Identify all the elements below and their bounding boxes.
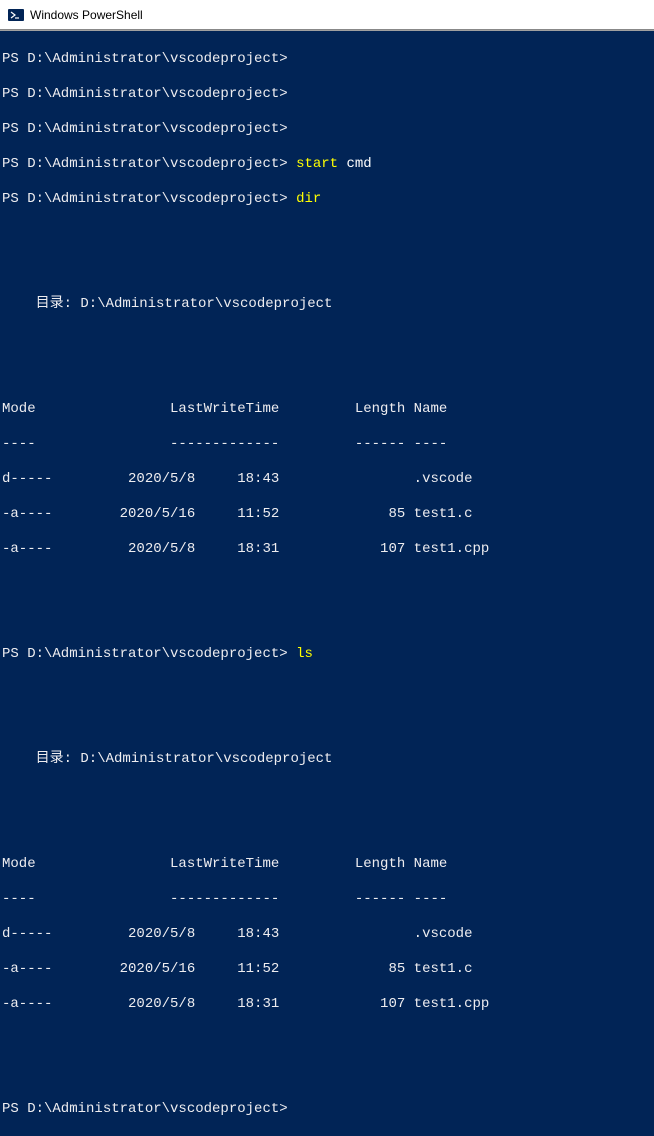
prompt-line: PS D:\Administrator\vscodeproject> start… xyxy=(2,156,654,174)
prompt-line: PS D:\Administrator\vscodeproject> dir xyxy=(2,191,654,209)
blank-line xyxy=(2,611,654,629)
window-titlebar[interactable]: Windows PowerShell xyxy=(0,0,654,30)
blank-line xyxy=(2,821,654,839)
powershell-icon xyxy=(8,7,24,23)
prompt-line: PS D:\Administrator\vscodeproject> xyxy=(2,51,654,69)
table-header-dash: ---- ------------- ------ ---- xyxy=(2,436,654,454)
table-row: -a---- 2020/5/8 18:31 107 test1.cpp xyxy=(2,541,654,559)
table-row: -a---- 2020/5/16 11:52 85 test1.c xyxy=(2,506,654,524)
prompt-text: PS D:\Administrator\vscodeproject> xyxy=(2,191,296,207)
blank-line xyxy=(2,786,654,804)
prompt-line: PS D:\Administrator\vscodeproject> xyxy=(2,121,654,139)
table-header: Mode LastWriteTime Length Name xyxy=(2,401,654,419)
blank-line xyxy=(2,1066,654,1084)
table-header: Mode LastWriteTime Length Name xyxy=(2,856,654,874)
command-start: start xyxy=(296,156,338,172)
table-header-dash: ---- ------------- ------ ---- xyxy=(2,891,654,909)
window-title: Windows PowerShell xyxy=(30,8,143,22)
command-arg: cmd xyxy=(338,156,372,172)
prompt-text: PS D:\Administrator\vscodeproject> xyxy=(2,646,296,662)
blank-line xyxy=(2,331,654,349)
command-ls: ls xyxy=(296,646,313,662)
terminal-area[interactable]: PS D:\Administrator\vscodeproject> PS D:… xyxy=(0,31,654,1136)
table-row: -a---- 2020/5/8 18:31 107 test1.cpp xyxy=(2,996,654,1014)
blank-line xyxy=(2,226,654,244)
prompt-line: PS D:\Administrator\vscodeproject> ls xyxy=(2,646,654,664)
blank-line xyxy=(2,366,654,384)
table-row: -a---- 2020/5/16 11:52 85 test1.c xyxy=(2,961,654,979)
blank-line xyxy=(2,1031,654,1049)
directory-label: 目录: D:\Administrator\vscodeproject xyxy=(2,296,654,314)
prompt-line: PS D:\Administrator\vscodeproject> xyxy=(2,86,654,104)
blank-line xyxy=(2,576,654,594)
directory-label: 目录: D:\Administrator\vscodeproject xyxy=(2,751,654,769)
command-dir: dir xyxy=(296,191,321,207)
prompt-line: PS D:\Administrator\vscodeproject> xyxy=(2,1101,654,1119)
prompt-text: PS D:\Administrator\vscodeproject> xyxy=(2,156,296,172)
blank-line xyxy=(2,716,654,734)
table-row: d----- 2020/5/8 18:43 .vscode xyxy=(2,471,654,489)
blank-line xyxy=(2,261,654,279)
blank-line xyxy=(2,681,654,699)
table-row: d----- 2020/5/8 18:43 .vscode xyxy=(2,926,654,944)
